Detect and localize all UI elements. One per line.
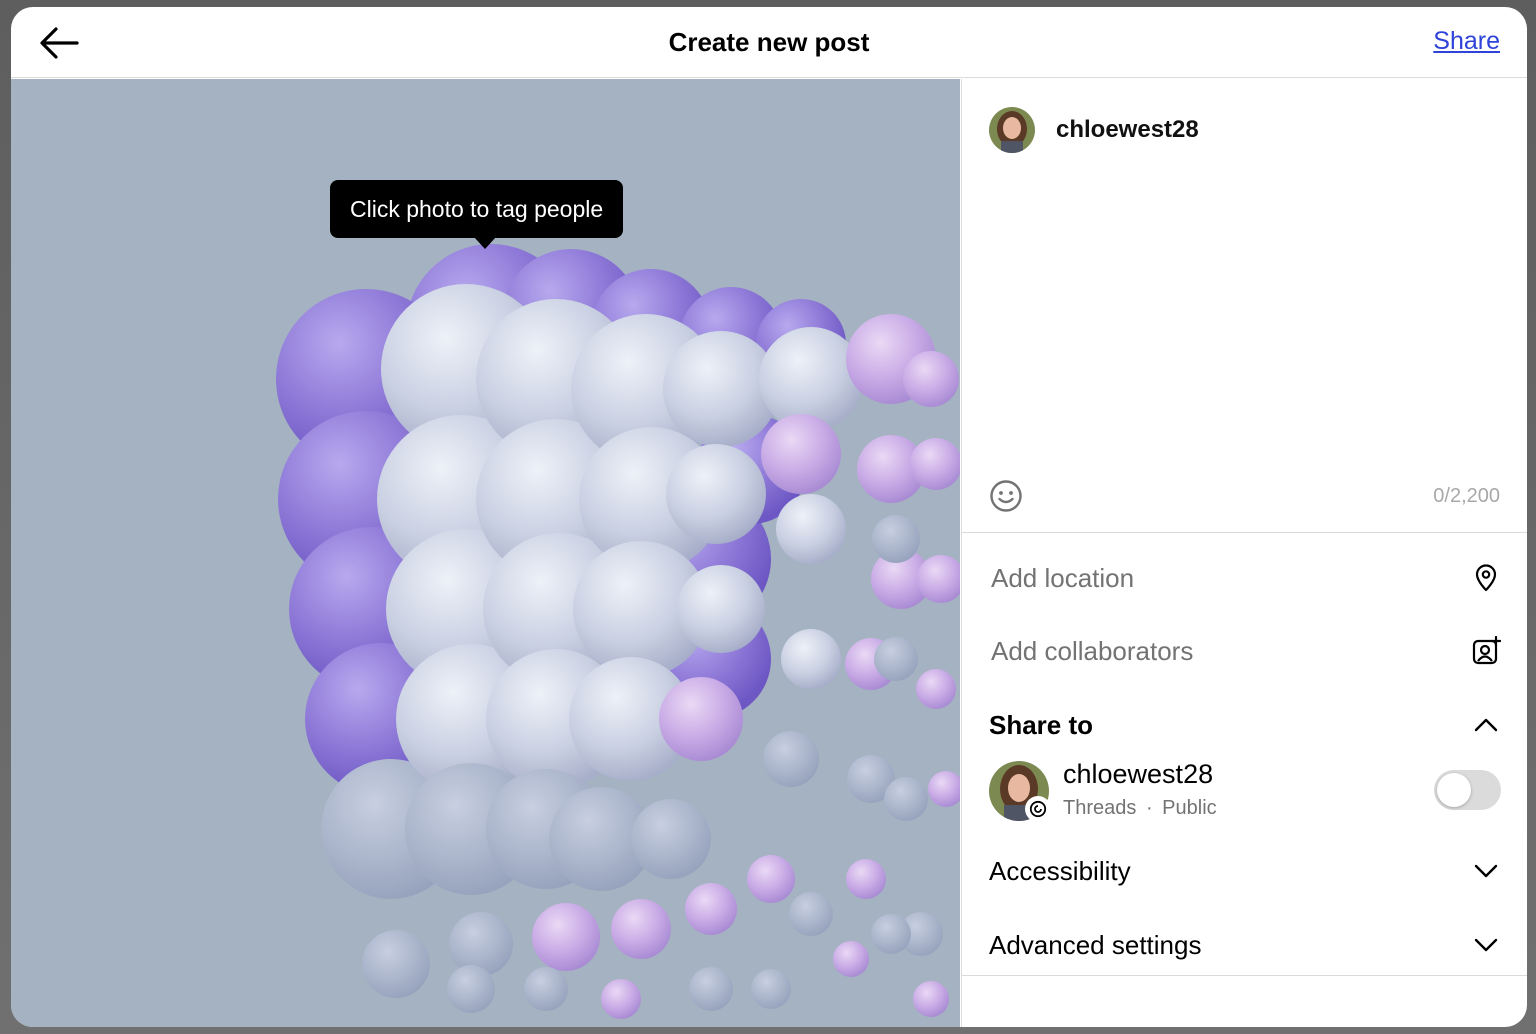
map-pin-icon	[1475, 564, 1497, 592]
chevron-down-icon	[1474, 938, 1498, 952]
divider	[962, 975, 1527, 976]
composer-user: chloewest28	[989, 107, 1199, 153]
post-details-panel: chloewest28 0/2,200 Add location Add col…	[961, 79, 1527, 1027]
add-location-row[interactable]: Add location	[962, 549, 1527, 607]
sphere	[685, 883, 737, 935]
sphere	[524, 967, 568, 1011]
sphere	[846, 859, 886, 899]
share-to-title: Share to	[989, 709, 1094, 740]
advanced-settings-label: Advanced settings	[989, 929, 1202, 960]
chevron-down-icon	[1474, 864, 1498, 878]
add-person-icon	[1472, 636, 1501, 665]
visibility-label: Public	[1162, 797, 1217, 819]
sphere	[532, 903, 600, 971]
modal-title: Create new post	[668, 26, 870, 57]
sphere	[916, 669, 956, 709]
modal-header: Create new post Share	[11, 7, 1527, 78]
sphere	[928, 771, 960, 807]
add-location-label: Add location	[991, 562, 1135, 593]
sphere	[761, 414, 841, 494]
avatar-image	[989, 107, 1035, 153]
sphere	[447, 965, 495, 1013]
threads-account-name: chloewest28	[1063, 759, 1214, 789]
sphere	[659, 677, 743, 761]
sphere	[611, 899, 671, 959]
platform-label: Threads	[1063, 797, 1137, 819]
sphere	[871, 914, 911, 954]
sphere	[747, 855, 795, 903]
sphere	[666, 444, 766, 544]
advanced-settings-row[interactable]: Advanced settings	[962, 916, 1527, 974]
sphere	[903, 351, 959, 407]
chevron-up-icon	[1474, 718, 1498, 732]
composer-username: chloewest28	[1056, 116, 1199, 143]
character-counter: 0/2,200	[1433, 485, 1500, 507]
threads-logo-icon	[1025, 796, 1051, 822]
threads-account-meta: Threads · Public	[1063, 797, 1217, 820]
accessibility-label: Accessibility	[989, 855, 1131, 886]
caption-input[interactable]	[989, 179, 1501, 469]
meta-separator: ·	[1145, 797, 1153, 819]
sphere	[601, 979, 641, 1019]
sphere	[781, 629, 841, 689]
sphere	[763, 731, 819, 787]
sphere	[913, 981, 949, 1017]
add-collaborators-label: Add collaborators	[991, 635, 1194, 666]
sphere	[362, 930, 430, 998]
sphere	[631, 799, 711, 879]
emoji-button[interactable]	[989, 479, 1023, 513]
tag-people-tooltip: Click photo to tag people	[330, 180, 624, 249]
smiley-icon	[990, 480, 1022, 512]
sphere	[449, 912, 513, 976]
sphere	[874, 637, 918, 681]
accessibility-row[interactable]: Accessibility	[962, 842, 1527, 900]
share-button[interactable]: Share	[1433, 27, 1500, 56]
sphere	[884, 777, 928, 821]
sphere	[872, 515, 920, 563]
sphere	[833, 941, 869, 977]
avatar	[989, 107, 1035, 153]
sphere	[910, 438, 960, 490]
sphere	[776, 494, 846, 564]
threads-share-item: chloewest28 Threads · Public	[989, 759, 1501, 823]
toggle-knob	[1437, 773, 1471, 807]
threads-share-toggle[interactable]	[1434, 770, 1501, 810]
create-post-modal: Create new post Share Click photo to tag…	[11, 7, 1527, 1027]
divider	[962, 532, 1527, 533]
share-to-header[interactable]: Share to	[962, 696, 1527, 754]
sphere	[677, 565, 765, 653]
add-collaborators-row[interactable]: Add collaborators	[962, 622, 1527, 680]
post-photo[interactable]: Click photo to tag people	[11, 79, 960, 1027]
sphere	[689, 967, 733, 1011]
sphere	[789, 892, 833, 936]
sphere	[751, 969, 791, 1009]
